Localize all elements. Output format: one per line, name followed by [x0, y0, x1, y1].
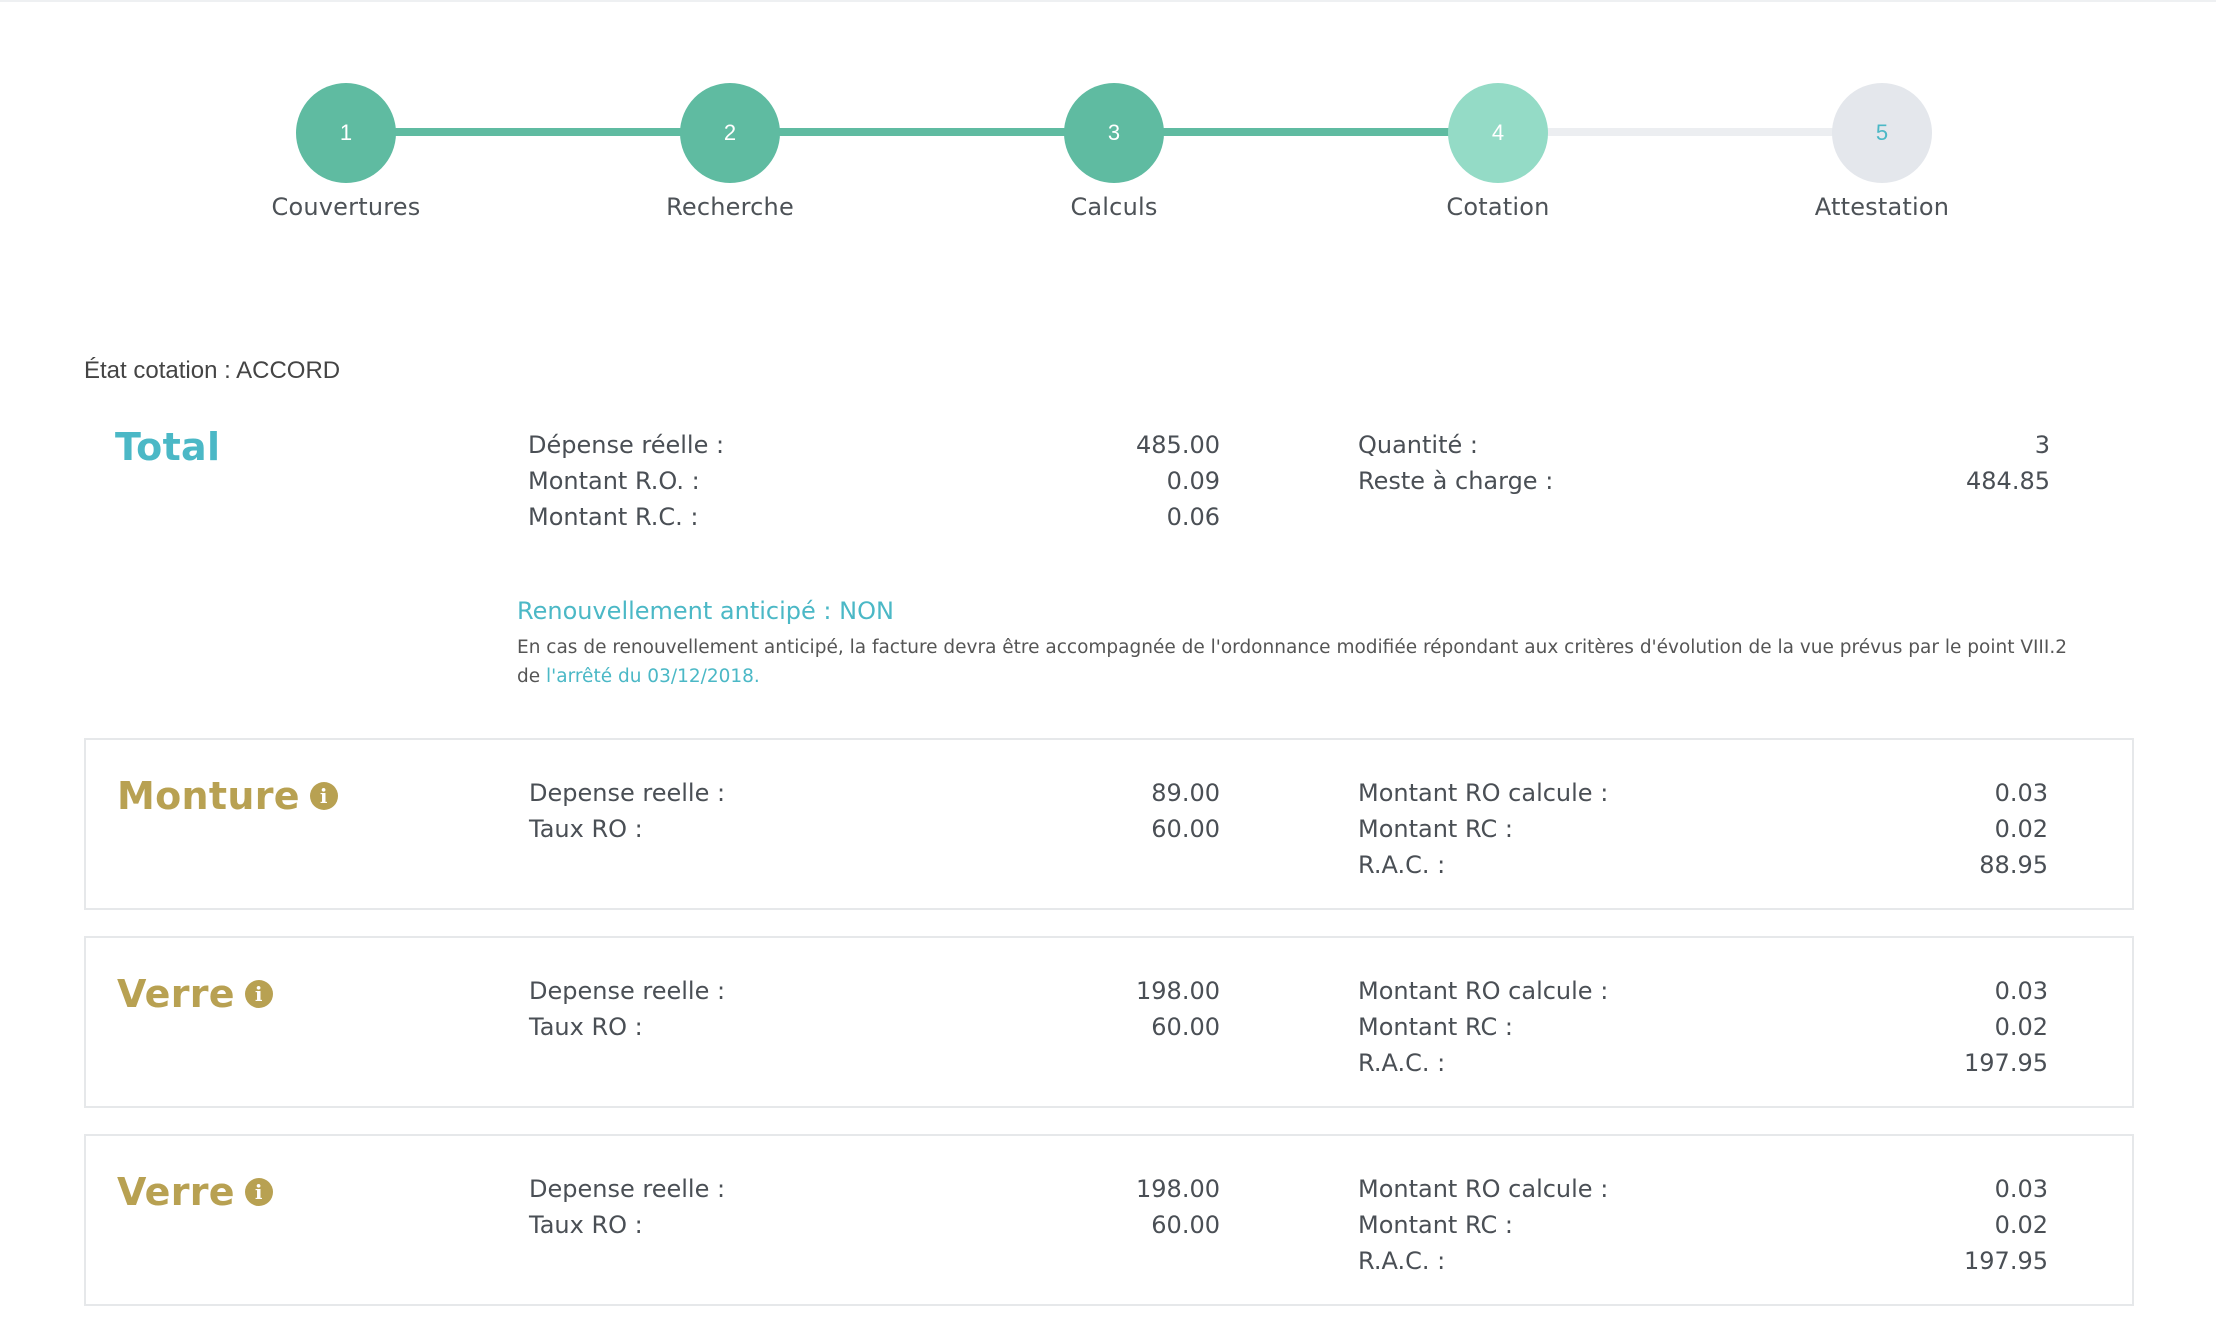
- total-ro-label: Montant R.O. :: [528, 467, 700, 495]
- step-3-label[interactable]: Calculs: [984, 193, 1244, 221]
- item-taux-value: 60.00: [1151, 1013, 1220, 1041]
- item-taux-value: 60.00: [1151, 1211, 1220, 1239]
- total-rc-value: 0.06: [1166, 503, 1220, 531]
- item-ro-label: Montant RO calcule :: [1358, 977, 1609, 1005]
- item-title-text: Verre: [117, 1170, 235, 1214]
- item-depense-value: 198.00: [1136, 1175, 1220, 1203]
- item-rac-label: R.A.C. :: [1358, 851, 1446, 879]
- item-card-verre-2: Verre i Depense reelle : 198.00 Taux RO …: [84, 1134, 2134, 1306]
- item-taux-label: Taux RO :: [529, 1013, 643, 1041]
- item-rc-value: 0.02: [1994, 1211, 2048, 1239]
- item-ro-label: Montant RO calcule :: [1358, 779, 1609, 807]
- info-icon[interactable]: i: [244, 980, 273, 1008]
- item-title-text: Verre: [117, 972, 235, 1016]
- item-ro-value: 0.03: [1994, 779, 2048, 807]
- total-quantite-label: Quantité :: [1358, 431, 1478, 459]
- item-rc-label: Montant RC :: [1358, 815, 1513, 843]
- renouvellement-prefix: de: [517, 666, 547, 687]
- step-1-circle[interactable]: 1: [296, 83, 396, 183]
- step-1-number: 1: [339, 120, 353, 145]
- item-title-verre: Verre i: [117, 1170, 273, 1214]
- item-rac-value: 197.95: [1964, 1049, 2048, 1077]
- item-rc-value: 0.02: [1994, 815, 2048, 843]
- item-rac-value: 197.95: [1964, 1247, 2048, 1275]
- renouvellement-text: En cas de renouvellement anticipé, la fa…: [517, 633, 2137, 691]
- total-title: Total: [115, 425, 221, 469]
- etat-cotation: État cotation : ACCORD: [84, 357, 341, 384]
- arrete-link[interactable]: l'arrêté du 03/12/2018.: [546, 666, 760, 687]
- step-2-number: 2: [723, 120, 737, 145]
- total-reste-label: Reste à charge :: [1358, 467, 1554, 495]
- item-taux-label: Taux RO :: [529, 815, 643, 843]
- step-3-circle[interactable]: 3: [1064, 83, 1164, 183]
- total-reste-value: 484.85: [1966, 467, 2050, 495]
- total-depense-value: 485.00: [1136, 431, 1220, 459]
- step-3-number: 3: [1107, 120, 1121, 145]
- total-quantite-value: 3: [2034, 431, 2050, 459]
- item-rc-label: Montant RC :: [1358, 1211, 1513, 1239]
- total-rc-label: Montant R.C. :: [528, 503, 699, 531]
- step-5-number: 5: [1875, 120, 1889, 145]
- step-5-circle[interactable]: 5: [1832, 83, 1932, 183]
- item-depense-label: Depense reelle :: [529, 779, 726, 807]
- item-rc-label: Montant RC :: [1358, 1013, 1513, 1041]
- progress-stepper: 1 2 3 4 5 Couvertures Recherche Calculs …: [0, 0, 2216, 260]
- item-taux-value: 60.00: [1151, 815, 1220, 843]
- step-4-number: 4: [1491, 120, 1505, 145]
- item-rac-value: 88.95: [1979, 851, 2048, 879]
- item-depense-value: 89.00: [1151, 779, 1220, 807]
- step-connector-1-2: [392, 128, 684, 136]
- item-depense-label: Depense reelle :: [529, 977, 726, 1005]
- step-connector-4-5: [1544, 128, 1836, 136]
- info-icon[interactable]: i: [309, 782, 338, 810]
- item-depense-label: Depense reelle :: [529, 1175, 726, 1203]
- step-2-label[interactable]: Recherche: [600, 193, 860, 221]
- step-connector-3-4: [1160, 128, 1452, 136]
- item-title-verre: Verre i: [117, 972, 273, 1016]
- step-5-label[interactable]: Attestation: [1752, 193, 2012, 221]
- item-depense-value: 198.00: [1136, 977, 1220, 1005]
- total-depense-label: Dépense réelle :: [528, 431, 725, 459]
- renouvellement-title: Renouvellement anticipé : NON: [517, 597, 894, 625]
- item-ro-value: 0.03: [1994, 977, 2048, 1005]
- item-rac-label: R.A.C. :: [1358, 1049, 1446, 1077]
- renouvellement-description: En cas de renouvellement anticipé, la fa…: [517, 637, 2067, 658]
- step-1-label[interactable]: Couvertures: [216, 193, 476, 221]
- item-rac-label: R.A.C. :: [1358, 1247, 1446, 1275]
- item-ro-value: 0.03: [1994, 1175, 2048, 1203]
- step-2-circle[interactable]: 2: [680, 83, 780, 183]
- item-rc-value: 0.02: [1994, 1013, 2048, 1041]
- step-4-circle[interactable]: 4: [1448, 83, 1548, 183]
- item-card-monture: Monture i Depense reelle : 89.00 Taux RO…: [84, 738, 2134, 910]
- item-card-verre-1: Verre i Depense reelle : 198.00 Taux RO …: [84, 936, 2134, 1108]
- item-title-text: Monture: [117, 774, 300, 818]
- step-connector-2-3: [776, 128, 1068, 136]
- total-ro-value: 0.09: [1166, 467, 1220, 495]
- step-4-label[interactable]: Cotation: [1368, 193, 1628, 221]
- info-icon[interactable]: i: [244, 1178, 273, 1206]
- item-taux-label: Taux RO :: [529, 1211, 643, 1239]
- item-ro-label: Montant RO calcule :: [1358, 1175, 1609, 1203]
- item-title-monture: Monture i: [117, 774, 338, 818]
